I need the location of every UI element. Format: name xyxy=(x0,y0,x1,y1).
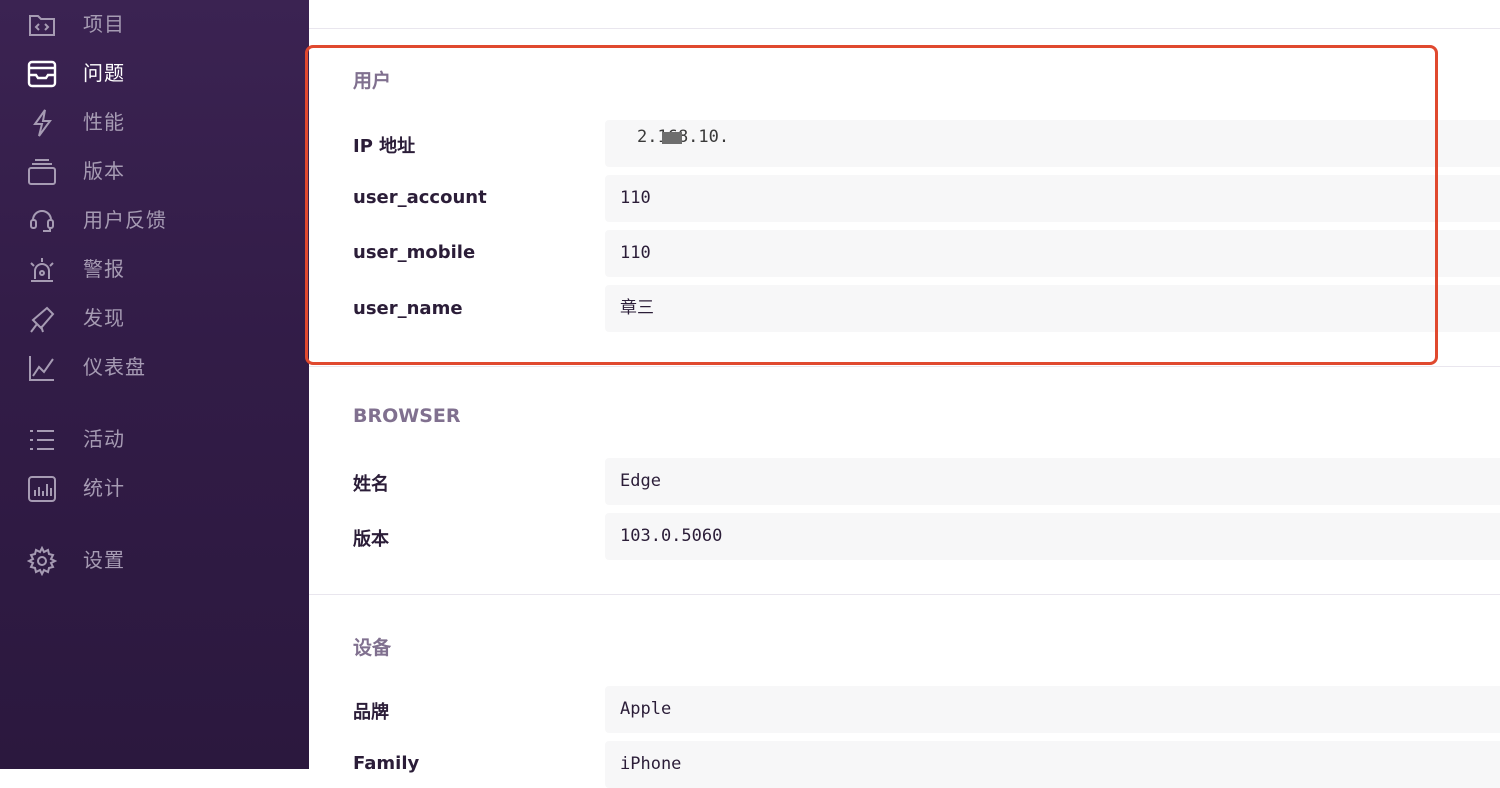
siren-icon xyxy=(26,254,58,286)
sidebar-item-projects[interactable]: 项目 xyxy=(0,4,309,44)
field-value-family[interactable]: iPhone xyxy=(605,741,1500,788)
divider xyxy=(309,366,1500,367)
graph-icon xyxy=(26,352,58,384)
sidebar-item-label: 发现 xyxy=(83,306,125,330)
stats-icon xyxy=(26,473,58,505)
sidebar-item-discover[interactable]: 发现 xyxy=(0,298,309,338)
sidebar-item-label: 设置 xyxy=(83,548,125,572)
inbox-icon xyxy=(26,58,58,90)
sidebar-item-settings[interactable]: 设置 xyxy=(0,540,309,580)
lightning-icon xyxy=(26,107,58,139)
sidebar-item-label: 项目 xyxy=(83,12,125,36)
sidebar-item-stats[interactable]: 统计 xyxy=(0,468,309,508)
sidebar-item-label: 性能 xyxy=(83,110,125,134)
sidebar-item-label: 警报 xyxy=(83,257,125,281)
sidebar-item-alerts[interactable]: 警报 xyxy=(0,249,309,289)
sidebar-item-label: 问题 xyxy=(83,61,125,85)
divider xyxy=(309,28,1500,29)
releases-icon xyxy=(26,156,58,188)
sidebar-item-label: 活动 xyxy=(83,427,125,451)
sidebar-item-label: 统计 xyxy=(83,476,125,500)
sidebar: 项目 问题 性能 版本 用户反馈 警报 发现 仪表盘 活动 统计 设置 xyxy=(0,0,309,769)
field-key-browser-version: 版本 xyxy=(353,529,389,550)
sidebar-item-releases[interactable]: 版本 xyxy=(0,151,309,191)
code-folder-icon xyxy=(26,9,58,41)
sidebar-item-user-feedback[interactable]: 用户反馈 xyxy=(0,200,309,240)
sidebar-item-activity[interactable]: 活动 xyxy=(0,419,309,459)
section-title-device: 设备 xyxy=(353,637,392,659)
field-key-browser-name: 姓名 xyxy=(353,474,389,495)
sidebar-item-label: 用户反馈 xyxy=(83,208,167,232)
divider xyxy=(309,594,1500,595)
field-value-brand[interactable]: Apple xyxy=(605,686,1500,733)
field-value-browser-name[interactable]: Edge xyxy=(605,458,1500,505)
sidebar-item-label: 版本 xyxy=(83,159,125,183)
sidebar-item-dashboards[interactable]: 仪表盘 xyxy=(0,347,309,387)
sidebar-item-performance[interactable]: 性能 xyxy=(0,102,309,142)
gear-icon xyxy=(26,545,58,577)
field-key-family: Family xyxy=(353,753,420,774)
feedback-icon xyxy=(26,205,58,237)
sidebar-item-issues[interactable]: 问题 xyxy=(0,53,309,93)
annotation-highlight-box xyxy=(305,45,1438,365)
field-key-brand: 品牌 xyxy=(353,702,389,723)
section-title-browser: BROWSER xyxy=(353,405,461,427)
list-icon xyxy=(26,424,58,456)
field-value-browser-version[interactable]: 103.0.5060 xyxy=(605,513,1500,560)
sidebar-item-label: 仪表盘 xyxy=(83,355,146,379)
telescope-icon xyxy=(26,303,58,335)
